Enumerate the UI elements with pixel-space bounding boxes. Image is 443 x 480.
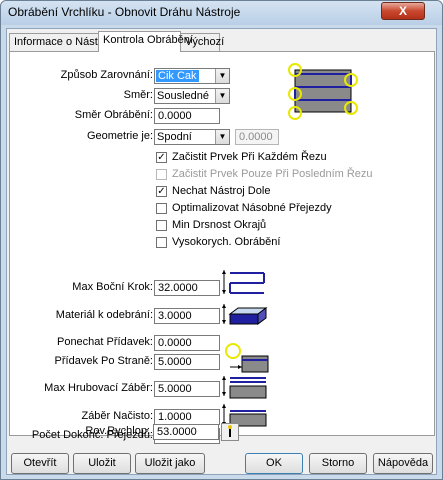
stock-block-icon	[222, 304, 268, 325]
pridavek-field[interactable]: 5.0000	[154, 354, 220, 370]
close-button[interactable]: X	[381, 2, 425, 20]
geometrie-select[interactable]: Spodní ▼	[154, 129, 230, 145]
checkbox-zacistit-kazdy[interactable]: ✓ Začistit Prvek Při Každém Řezu	[156, 151, 356, 165]
ponechat-field[interactable]: 0.0000	[154, 335, 220, 351]
dialog-window: Obrábění Vrchlíku - Obnovit Dráhu Nástro…	[0, 0, 443, 480]
check-icon[interactable]: ✓	[156, 186, 167, 197]
dialog-client: Informace o Nástroji Kontrola Obrábění V…	[6, 28, 437, 475]
rov-field[interactable]: 53.0000	[153, 424, 219, 440]
checkbox-vysokorych[interactable]: Vysokorych. Obrábění	[156, 236, 356, 250]
ponechat-label: Ponechat Přídavek:	[56, 336, 153, 348]
chevron-down-icon[interactable]: ▼	[215, 69, 229, 83]
stepover-icon	[222, 270, 265, 294]
ulozit-jako-button[interactable]: Uložit jako	[135, 453, 205, 474]
max-hrub-field[interactable]: 5.0000	[154, 381, 220, 397]
zaber-field[interactable]: 1.0000	[154, 409, 220, 425]
zigzag-path-preview-icon	[288, 63, 358, 120]
zpusob-label: Způsob Zarovnání:	[60, 69, 153, 81]
chevron-down-icon[interactable]: ▼	[215, 89, 229, 103]
smer-obrabeni-label: Směr Obrábění:	[74, 109, 153, 121]
window-title: Obrábění Vrchlíku - Obnovit Dráhu Nástro…	[8, 5, 241, 19]
chevron-down-icon[interactable]: ▼	[215, 130, 229, 144]
zpusob-value: Cik Cak	[156, 70, 199, 82]
geometrie-offset-field: 0.0000	[235, 129, 279, 145]
napoveda-button[interactable]: Nápověda	[373, 453, 433, 474]
smer-value: Sousledné	[157, 90, 209, 102]
storno-button[interactable]: Storno	[309, 453, 367, 474]
geometrie-value: Spodní	[157, 131, 192, 143]
pick-point-button[interactable]	[221, 423, 239, 441]
tab-informace[interactable]: Informace o Nástroji	[9, 33, 112, 51]
zpusob-select[interactable]: Cik Cak ▼	[154, 68, 230, 84]
smer-label: Směr:	[123, 89, 153, 101]
title-bar[interactable]: Obrábění Vrchlíku - Obnovit Dráhu Nástro…	[1, 1, 442, 25]
geometrie-label: Geometrie je:	[86, 130, 153, 142]
otevrit-button[interactable]: Otevřít	[11, 453, 69, 474]
pridavek-label: Přídavek Po Straně:	[54, 355, 153, 367]
side-allowance-icon	[225, 343, 269, 373]
checkbox-min-drsnost[interactable]: Min Drsnost Okrajů	[156, 219, 356, 233]
material-label: Materiál k odebrání:	[55, 309, 153, 321]
rough-depth-icon	[222, 376, 267, 399]
smer-select[interactable]: Sousledné ▼	[154, 88, 230, 104]
tab-kontrola-obrabeni[interactable]: Kontrola Obrábění	[98, 31, 193, 52]
checkbox-optimalizovat[interactable]: Optimalizovat Násobné Přejezdy	[156, 202, 356, 216]
tab-panel: Způsob Zarovnání: Cik Cak ▼ Směr: Sousle…	[9, 51, 435, 444]
ulozit-button[interactable]: Uložit	[73, 453, 131, 474]
max-bocni-label: Max Boční Krok:	[72, 281, 153, 293]
smer-obrabeni-field[interactable]: 0.0000	[154, 108, 220, 124]
ok-button[interactable]: OK	[245, 453, 303, 474]
max-hrub-label: Max Hrubovací Záběr:	[44, 382, 153, 394]
check-icon[interactable]: ✓	[156, 152, 167, 163]
material-field[interactable]: 3.0000	[154, 308, 220, 324]
checkbox-nechat-nastroj[interactable]: ✓ Nechat Nástroj Dole	[156, 185, 356, 199]
checkbox-zacistit-posledni: Začistit Prvek Pouze Při Posledním Řezu	[156, 168, 376, 182]
zaber-label: Záběr Načisto:	[81, 410, 153, 422]
rov-label: Rov.Rychlop:	[85, 425, 150, 437]
pick-point-icon	[228, 425, 232, 437]
max-bocni-field[interactable]: 32.0000	[154, 280, 220, 296]
